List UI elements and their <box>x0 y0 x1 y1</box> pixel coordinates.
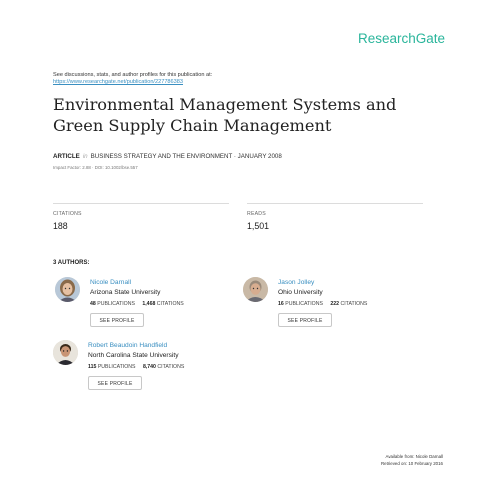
citations-count: 1,468 <box>142 301 156 307</box>
publications-label: PUBLICATIONS <box>97 364 136 370</box>
avatar[interactable] <box>243 277 268 302</box>
citations-label: CITATIONS <box>340 301 368 307</box>
impact-factor-doi: Impact Factor: 2.88 · DOI: 10.1002/bse.5… <box>53 165 138 170</box>
see-profile-button[interactable]: SEE PROFILE <box>278 313 332 327</box>
in-word: in <box>82 153 88 160</box>
author-name-link[interactable]: Nicole Darnall <box>90 279 131 286</box>
publications-label: PUBLICATIONS <box>285 301 323 307</box>
author-card-nicole-darnall: Nicole Darnall Arizona State University … <box>55 277 255 347</box>
publications-label: PUBLICATIONS <box>97 301 135 307</box>
avatar-photo-icon <box>53 340 78 365</box>
author-institution: Ohio University <box>278 289 323 296</box>
citations-label: CITATIONS <box>156 301 184 307</box>
article-title: Environmental Management Systems and Gre… <box>53 94 453 136</box>
title-line-1: Environmental Management Systems and <box>53 95 397 114</box>
journal-date: BUSINESS STRATEGY AND THE ENVIRONMENT · … <box>90 153 282 160</box>
citations-count: 8,740 <box>142 364 156 370</box>
citations-label: CITATIONS <box>53 211 82 217</box>
see-profile-button[interactable]: SEE PROFILE <box>90 313 144 327</box>
author-institution: North Carolina State University <box>88 352 179 359</box>
publications-count: 16 <box>278 301 284 307</box>
citations-count: 222 <box>330 301 340 307</box>
publication-url-link[interactable]: https://www.researchgate.net/publication… <box>53 79 183 85</box>
researchgate-logo[interactable]: ResearchGate <box>358 31 445 46</box>
avatar[interactable] <box>55 277 80 302</box>
see-profile-button[interactable]: SEE PROFILE <box>88 376 142 390</box>
title-line-2: Green Supply Chain Management <box>53 116 332 135</box>
author-card-robert-handfield: Robert Beaudoin Handfield North Carolina… <box>53 340 253 410</box>
citations-divider <box>53 203 229 204</box>
publications-count: 115 <box>88 364 97 370</box>
authors-heading: 3 AUTHORS: <box>53 260 90 266</box>
reads-label: READS <box>247 211 266 217</box>
retrieved-on-note: Retrieved on: 10 February 2016 <box>381 461 443 466</box>
avatar-photo-icon <box>243 277 268 302</box>
author-institution: Arizona State University <box>90 289 161 296</box>
article-meta: ARTICLE in BUSINESS STRATEGY AND THE ENVIR… <box>53 153 282 160</box>
avatar[interactable] <box>53 340 78 365</box>
avatar-photo-icon <box>55 277 80 302</box>
reads-count: 1,501 <box>247 221 270 231</box>
author-card-jason-jolley: Jason Jolley Ohio University 16 PUBLICAT… <box>243 277 443 347</box>
available-from-note: Available from: Nicole Darnall <box>385 454 443 459</box>
citations-count: 188 <box>53 221 68 231</box>
author-name-link[interactable]: Robert Beaudoin Handfield <box>88 342 167 349</box>
author-stats: 16 PUBLICATIONS 222 CITATIONS <box>278 301 367 307</box>
reads-divider <box>247 203 423 204</box>
citations-label: CITATIONS <box>157 364 185 370</box>
author-name-link[interactable]: Jason Jolley <box>278 279 314 286</box>
author-stats: 115 PUBLICATIONS 8,740 CITATIONS <box>88 364 184 370</box>
publications-count: 48 <box>90 301 96 307</box>
discussions-note: See discussions, stats, and author profi… <box>53 72 213 78</box>
article-type: ARTICLE <box>53 153 80 160</box>
author-stats: 48 PUBLICATIONS 1,468 CITATIONS <box>90 301 184 307</box>
